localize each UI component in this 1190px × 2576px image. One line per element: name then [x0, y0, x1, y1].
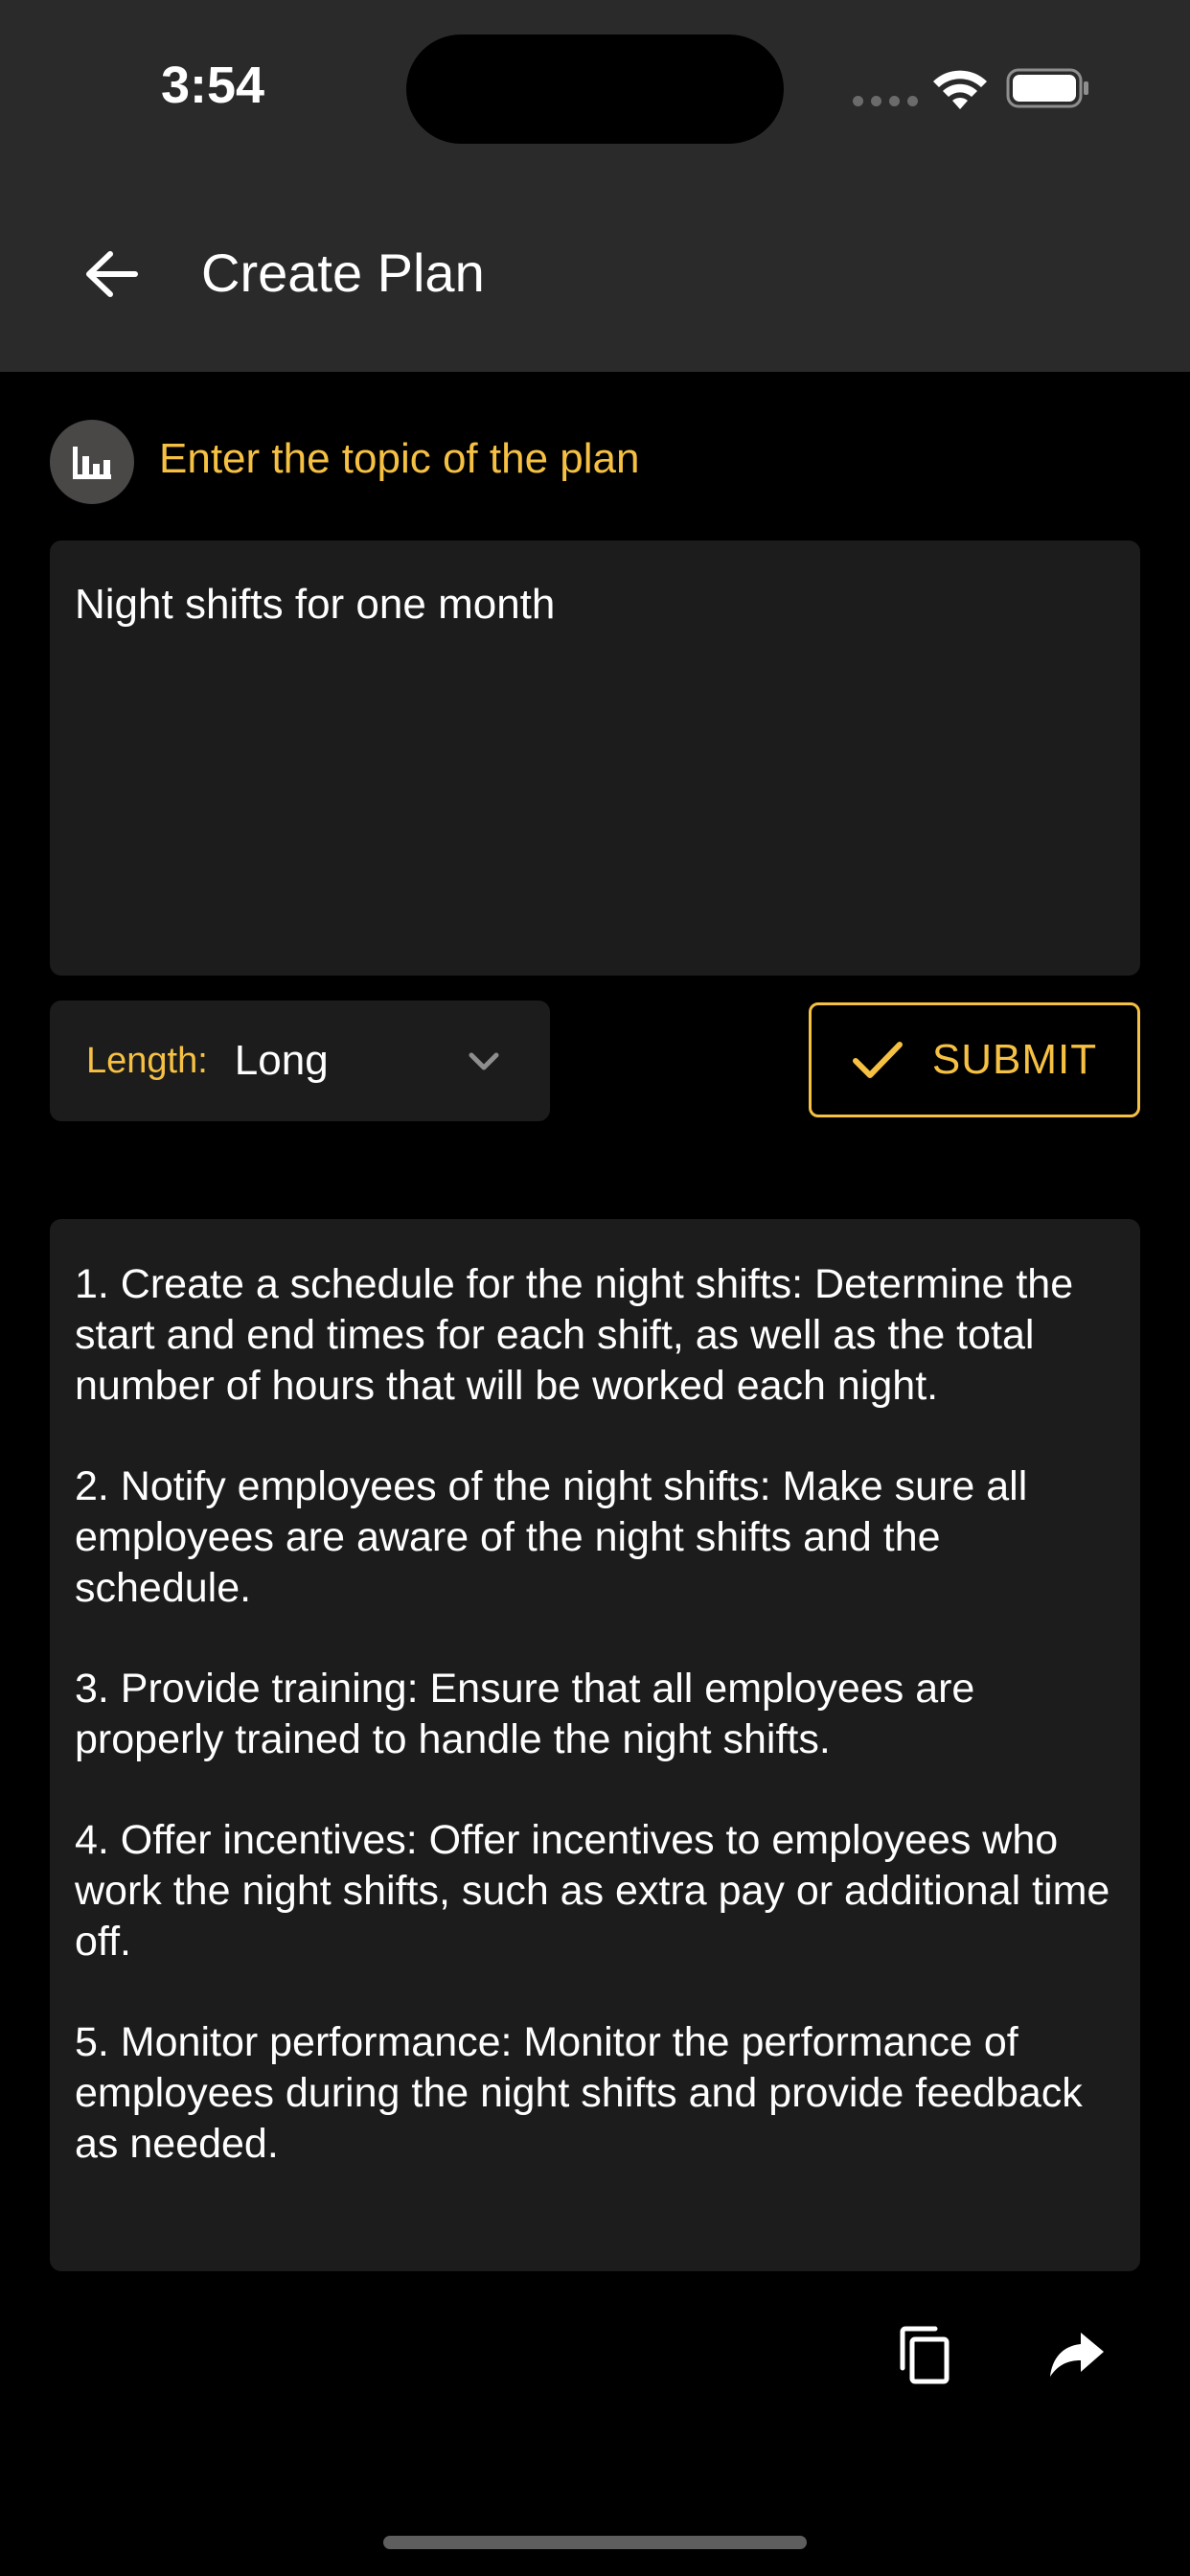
bar-chart-icon [73, 447, 111, 479]
result-panel: 1. Create a schedule for the night shift… [50, 1219, 1140, 2271]
length-value: Long [234, 1037, 329, 1084]
share-button[interactable] [1041, 2319, 1113, 2392]
chevron-down-icon [469, 1052, 499, 1070]
result-item: 2. Notify employees of the night shifts:… [75, 1463, 1028, 1611]
result-item: 1. Create a schedule for the night shift… [75, 1261, 1074, 1409]
checkmark-icon [852, 1042, 903, 1078]
length-label: Length: [86, 1040, 208, 1081]
top-bar: 3:54 Create Plan [0, 0, 1190, 372]
topic-input[interactable]: Night shifts for one month [50, 540, 1140, 976]
battery-icon [1006, 68, 1088, 108]
wifi-icon [933, 70, 987, 109]
arrow-left-icon [86, 251, 138, 297]
back-button[interactable] [71, 234, 151, 314]
home-indicator [383, 2536, 807, 2549]
result-item: 3. Provide training: Ensure that all emp… [75, 1666, 975, 1762]
share-icon [1050, 2333, 1104, 2377]
prompt-avatar [50, 420, 134, 504]
dynamic-island [406, 34, 784, 144]
length-dropdown[interactable]: Length: Long [50, 1000, 550, 1121]
copy-button[interactable] [889, 2319, 962, 2392]
result-item: 5. Monitor performance: Monitor the perf… [75, 2019, 1083, 2167]
signal-dots-icon [853, 96, 918, 106]
page-title: Create Plan [201, 242, 485, 303]
submit-label: SUBMIT [931, 1036, 1098, 1083]
status-time: 3:54 [161, 57, 265, 114]
result-item: 4. Offer incentives: Offer incentives to… [75, 1817, 1110, 1965]
prompt-label: Enter the topic of the plan [159, 435, 640, 482]
copy-icon [900, 2326, 950, 2384]
create-plan-screen: 3:54 Create Plan Enter the topic of the … [0, 0, 1190, 2576]
submit-button[interactable]: SUBMIT [809, 1002, 1140, 1117]
